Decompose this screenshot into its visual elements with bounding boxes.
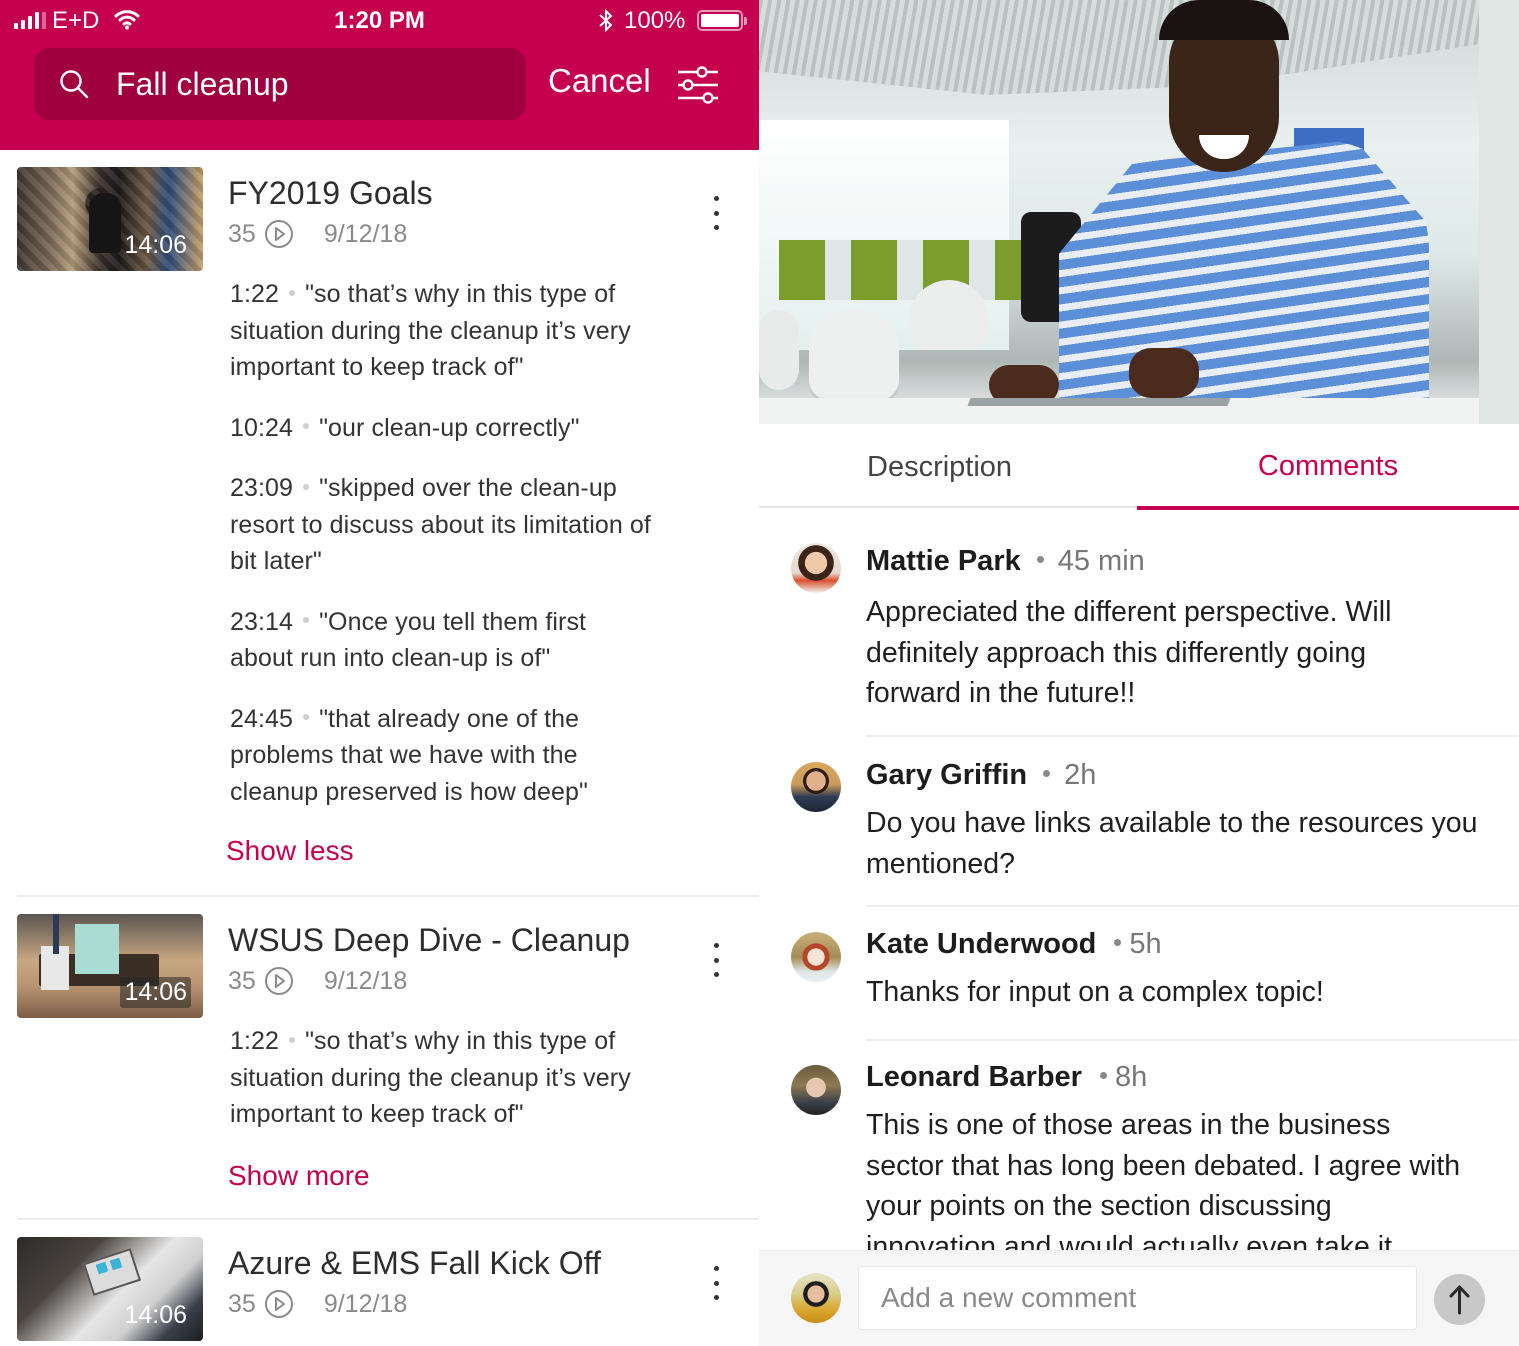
show-less-button[interactable]: Show less — [226, 835, 354, 867]
result-meta: 35 9/12/18 — [228, 966, 407, 996]
avatar[interactable] — [791, 1065, 841, 1115]
status-bar: E+D 1:20 PM 100% — [0, 0, 759, 42]
result-meta: 35 9/12/18 — [228, 1289, 407, 1319]
transcript-snippet[interactable]: 23:14 "Once you tell them first about run… — [230, 604, 630, 677]
transcript-snippet[interactable]: 1:22 "so that’s why in this type of situa… — [230, 276, 680, 386]
cancel-button[interactable]: Cancel — [548, 62, 651, 100]
comment-header: Kate Underwood 5h — [866, 928, 1162, 961]
comment-header: Mattie Park 45 min — [866, 545, 1145, 578]
video-thumbnail[interactable]: 14:06 — [17, 1237, 203, 1341]
comment-author[interactable]: Kate Underwood — [866, 928, 1096, 960]
transcript-snippet[interactable]: 23:09 "skipped over the clean-up resort t… — [230, 470, 670, 580]
result-divider — [17, 1218, 759, 1220]
transcript-snippet[interactable]: 24:45 "that already one of the problems t… — [230, 701, 630, 811]
more-options-icon[interactable] — [706, 943, 726, 977]
comment-composer — [759, 1250, 1519, 1346]
video-duration: 14:06 — [124, 231, 187, 259]
transcript-snippets: 1:22 "so that’s why in this type of situa… — [230, 276, 680, 834]
avatar[interactable] — [791, 932, 841, 982]
battery-percent: 100% — [624, 7, 686, 34]
video-thumbnail[interactable]: 14:06 — [17, 914, 203, 1018]
more-options-icon[interactable] — [706, 1266, 726, 1300]
bluetooth-icon — [599, 8, 613, 33]
filter-sliders-icon[interactable] — [676, 64, 720, 106]
tab-description[interactable]: Description — [759, 424, 1137, 508]
search-box — [34, 48, 526, 120]
video-thumbnail[interactable]: 14:06 — [17, 167, 203, 271]
video-duration: 14:06 — [120, 977, 191, 1008]
comment-time: 8h — [1114, 1061, 1148, 1093]
search-results-screen: E+D 1:20 PM 100% Cancel — [0, 0, 759, 1346]
battery-icon — [697, 10, 747, 31]
send-comment-button[interactable] — [1434, 1274, 1485, 1325]
snippet-timestamp[interactable]: 24:45 — [230, 705, 293, 733]
result-title[interactable]: FY2019 Goals — [228, 175, 433, 212]
result-meta: 35 9/12/18 — [228, 219, 407, 249]
comment-time: 2h — [1064, 759, 1097, 791]
snippet-text: "our clean-up correctly" — [319, 413, 580, 442]
detail-tabs: Description Comments — [759, 424, 1519, 510]
result-date: 9/12/18 — [323, 219, 408, 248]
play-icon — [264, 967, 293, 995]
show-more-button[interactable]: Show more — [228, 1160, 370, 1192]
result-date: 9/12/18 — [323, 1289, 408, 1318]
comment-text: This is one of those areas in the busine… — [866, 1109, 1461, 1263]
search-input[interactable] — [116, 48, 516, 120]
play-icon — [264, 1290, 293, 1318]
comment-header: Gary Griffin 2h — [866, 759, 1096, 792]
comment-text: Do you have links available to the resou… — [866, 807, 1478, 880]
current-user-avatar — [791, 1273, 841, 1323]
video-detail-screen: Description Comments Mattie Park 45 min A… — [759, 0, 1519, 1346]
avatar[interactable] — [791, 762, 841, 812]
snippet-timestamp[interactable]: 23:14 — [230, 608, 293, 636]
comment-author[interactable]: Gary Griffin — [866, 759, 1027, 791]
search-icon — [60, 70, 89, 99]
play-icon — [264, 220, 293, 248]
play-count: 35 — [228, 966, 256, 995]
comment-text: Appreciated the different perspective. W… — [866, 596, 1392, 709]
video-duration: 14:06 — [124, 1301, 187, 1329]
more-options-icon[interactable] — [706, 196, 726, 230]
transcript-snippet[interactable]: 10:24 "our clean-up correctly" — [230, 410, 680, 447]
arrow-up-icon — [1449, 1285, 1470, 1315]
snippet-timestamp[interactable]: 10:24 — [230, 414, 293, 442]
snippet-text: "skipped over the clean-up resort to dis… — [230, 474, 651, 575]
transcript-snippet[interactable]: 1:22 "so that’s why in this type of situa… — [230, 1023, 680, 1133]
snippet-timestamp[interactable]: 23:09 — [230, 474, 293, 502]
comment-divider — [866, 735, 1519, 737]
play-count: 35 — [228, 1289, 256, 1318]
result-title[interactable]: Azure & EMS Fall Kick Off — [228, 1245, 601, 1282]
avatar[interactable] — [791, 543, 841, 593]
comment-author[interactable]: Leonard Barber — [866, 1061, 1082, 1093]
result-title[interactable]: WSUS Deep Dive - Cleanup — [228, 922, 630, 959]
comment-header: Leonard Barber 8h — [866, 1061, 1147, 1094]
snippet-timestamp[interactable]: 1:22 — [230, 280, 279, 308]
result-date: 9/12/18 — [323, 966, 408, 995]
result-divider — [17, 895, 759, 897]
snippet-timestamp[interactable]: 1:22 — [230, 1027, 279, 1055]
comment-divider — [866, 905, 1519, 907]
search-header: E+D 1:20 PM 100% Cancel — [0, 0, 759, 150]
comment-author[interactable]: Mattie Park — [866, 545, 1021, 577]
comment-text: Thanks for input on a complex topic! — [866, 976, 1324, 1008]
comment-time: 45 min — [1057, 545, 1145, 577]
play-count: 35 — [228, 219, 256, 248]
tab-comments[interactable]: Comments — [1137, 424, 1519, 510]
transcript-snippets: 1:22 "so that’s why in this type of situa… — [230, 1023, 680, 1157]
comment-divider — [866, 1039, 1519, 1041]
comment-time: 5h — [1129, 928, 1162, 960]
comment-input[interactable] — [858, 1266, 1417, 1330]
video-player[interactable] — [759, 0, 1519, 424]
